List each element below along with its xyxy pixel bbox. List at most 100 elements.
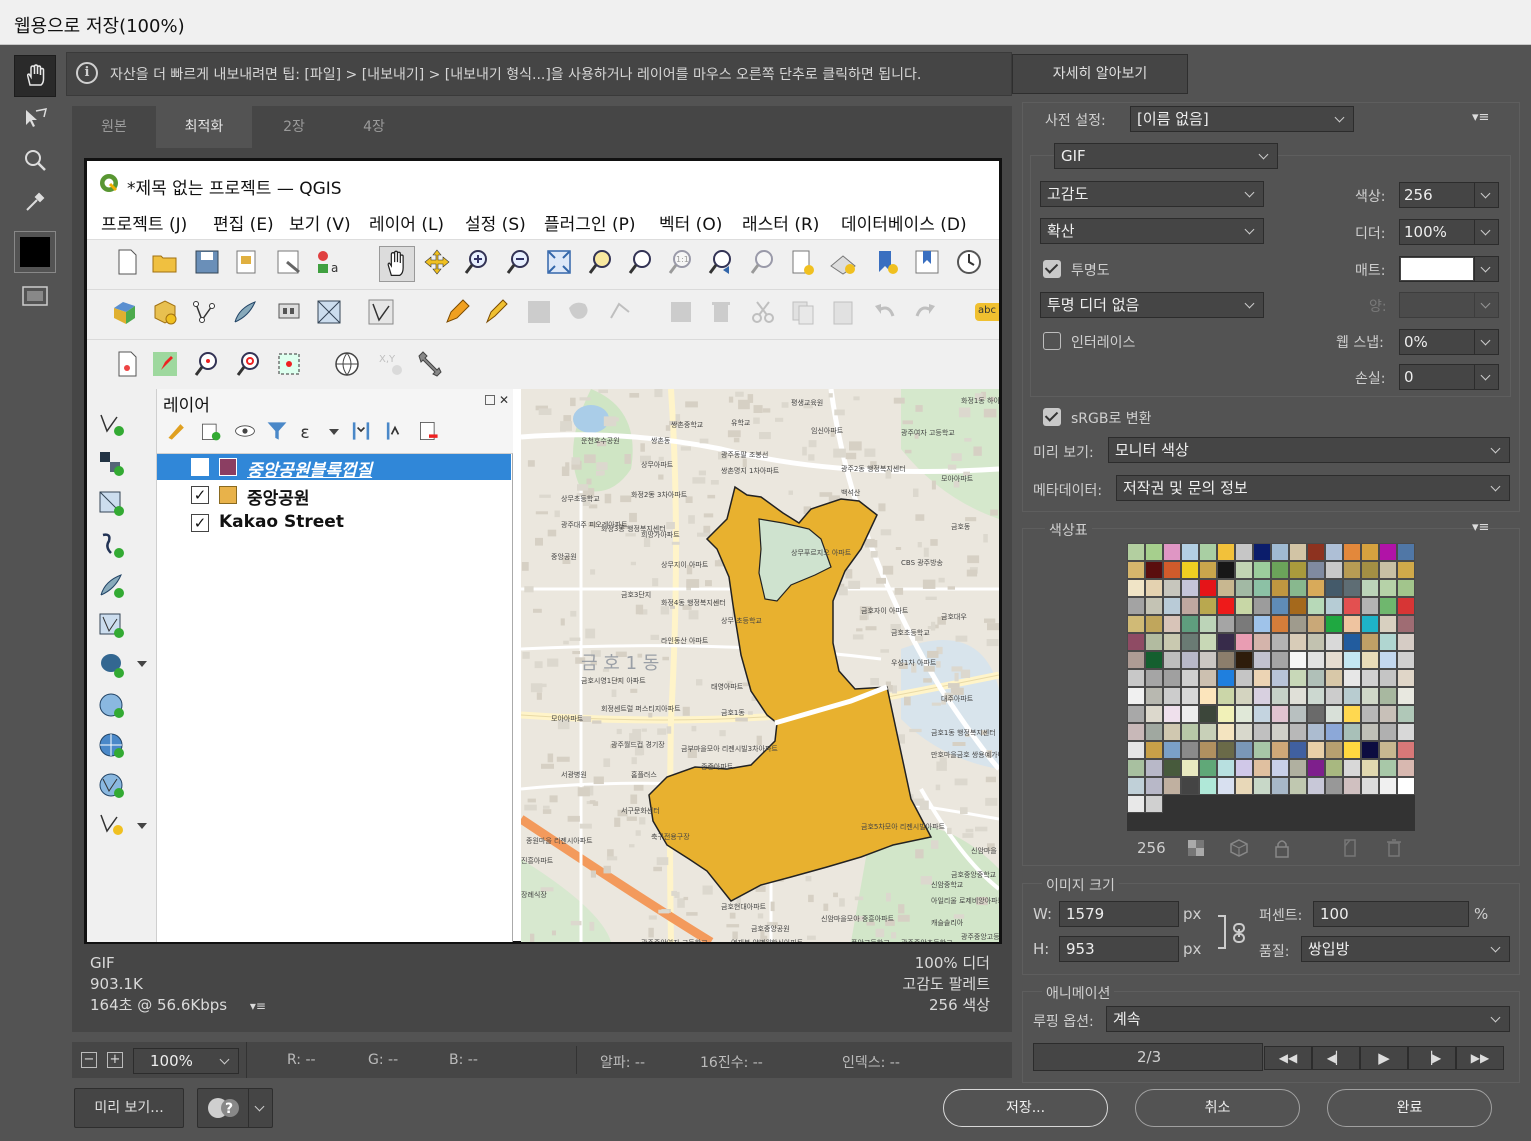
palette-swatch[interactable] bbox=[1253, 597, 1271, 615]
palette-swatch[interactable] bbox=[1343, 705, 1361, 723]
palette-swatch[interactable] bbox=[1127, 633, 1145, 651]
palette-swatch[interactable] bbox=[1163, 741, 1181, 759]
palette-swatch[interactable] bbox=[1253, 543, 1271, 561]
palette-swatch[interactable] bbox=[1181, 579, 1199, 597]
interlaced-checkbox[interactable] bbox=[1043, 332, 1061, 350]
colors-chevron-down-icon[interactable] bbox=[1474, 183, 1498, 207]
palette-swatch[interactable] bbox=[1145, 615, 1163, 633]
new-bookmark-icon[interactable] bbox=[873, 248, 901, 276]
eyedropper-tool-icon[interactable] bbox=[14, 181, 56, 223]
palette-swatch[interactable] bbox=[1163, 615, 1181, 633]
menu-raster[interactable]: 래스터 (R) bbox=[742, 210, 819, 235]
palette-swatch[interactable] bbox=[1127, 795, 1145, 813]
layer-row[interactable]: ✓ Kakao Street bbox=[157, 510, 511, 536]
matte-chevron-down-icon[interactable] bbox=[1474, 257, 1498, 281]
palette-swatch[interactable] bbox=[1379, 579, 1397, 597]
add-wms-icon[interactable] bbox=[97, 691, 125, 719]
palette-swatch[interactable] bbox=[1343, 741, 1361, 759]
palette-swatch[interactable] bbox=[1217, 561, 1235, 579]
palette-swatch[interactable] bbox=[1289, 687, 1307, 705]
zoom-out-icon[interactable] bbox=[505, 248, 533, 276]
layer-visibility-checkbox[interactable] bbox=[191, 458, 209, 476]
palette-swatch[interactable] bbox=[1145, 723, 1163, 741]
palette-swatch[interactable] bbox=[1289, 723, 1307, 741]
palette-swatch[interactable] bbox=[1235, 543, 1253, 561]
browser-select[interactable]: ? bbox=[197, 1088, 273, 1128]
palette-swatch[interactable] bbox=[1343, 615, 1361, 633]
tab-optimized[interactable]: 최적화 bbox=[156, 106, 252, 148]
palette-swatch[interactable] bbox=[1379, 633, 1397, 651]
palette-swatch[interactable] bbox=[1235, 777, 1253, 795]
matte-combo[interactable] bbox=[1399, 256, 1499, 282]
palette-swatch[interactable] bbox=[1289, 651, 1307, 669]
preview-in-browser-button[interactable]: 미리 보기... bbox=[74, 1088, 184, 1128]
palette-swatch[interactable] bbox=[1145, 597, 1163, 615]
palette-swatch[interactable] bbox=[1127, 579, 1145, 597]
add-delimited-text-icon[interactable] bbox=[97, 531, 125, 559]
new-print-layout-icon[interactable] bbox=[233, 248, 261, 276]
palette-swatch[interactable] bbox=[1145, 651, 1163, 669]
palette-swatch[interactable] bbox=[1253, 687, 1271, 705]
palette-swatch[interactable] bbox=[1163, 633, 1181, 651]
palette-swatch[interactable] bbox=[1217, 759, 1235, 777]
menu-edit[interactable]: 편집 (E) bbox=[213, 210, 274, 235]
palette-swatch[interactable] bbox=[1127, 615, 1145, 633]
palette-swatch[interactable] bbox=[1271, 759, 1289, 777]
palette-swatch[interactable] bbox=[1361, 579, 1379, 597]
palette-swatch[interactable] bbox=[1181, 705, 1199, 723]
palette-swatch[interactable] bbox=[1379, 651, 1397, 669]
palette-swatch[interactable] bbox=[1397, 741, 1415, 759]
palette-swatch[interactable] bbox=[1307, 561, 1325, 579]
palette-swatch[interactable] bbox=[1379, 777, 1397, 795]
palette-swatch[interactable] bbox=[1271, 669, 1289, 687]
palette-swatch[interactable] bbox=[1181, 669, 1199, 687]
palette-swatch[interactable] bbox=[1181, 759, 1199, 777]
add-virtual-layer-icon[interactable] bbox=[97, 611, 125, 639]
palette-swatch[interactable] bbox=[1199, 543, 1217, 561]
palette-swatch[interactable] bbox=[1343, 759, 1361, 777]
postgis-dropdown-icon[interactable] bbox=[137, 661, 147, 667]
palette-swatch[interactable] bbox=[1253, 651, 1271, 669]
palette-swatch[interactable] bbox=[1343, 723, 1361, 741]
add-wcs-icon[interactable] bbox=[97, 731, 125, 759]
new-3d-map-view-icon[interactable] bbox=[829, 248, 857, 276]
color-table-menu-icon[interactable]: ▾≡ bbox=[1472, 520, 1489, 535]
collapse-all-icon[interactable] bbox=[383, 419, 407, 443]
palette-swatch[interactable] bbox=[1253, 615, 1271, 633]
palette-swatch[interactable] bbox=[1361, 705, 1379, 723]
new-project-icon[interactable] bbox=[113, 248, 141, 276]
palette-swatch[interactable] bbox=[1235, 615, 1253, 633]
palette-swatch[interactable] bbox=[1325, 597, 1343, 615]
paste-features-icon[interactable] bbox=[829, 298, 857, 326]
slice-select-tool-icon[interactable] bbox=[14, 97, 56, 139]
tab-2up[interactable]: 2장 bbox=[252, 106, 336, 148]
palette-swatch[interactable] bbox=[1217, 741, 1235, 759]
temporal-controller-icon[interactable] bbox=[955, 248, 983, 276]
coordinate-capture-icon[interactable]: X,Y bbox=[377, 350, 405, 378]
palette-swatch[interactable] bbox=[1235, 723, 1253, 741]
palette-swatch[interactable] bbox=[1289, 633, 1307, 651]
palette-swatch[interactable] bbox=[1289, 669, 1307, 687]
palette-swatch[interactable] bbox=[1145, 687, 1163, 705]
zoom-full-icon[interactable] bbox=[545, 248, 573, 276]
undo-icon[interactable] bbox=[871, 298, 899, 326]
settings-menu-icon[interactable]: ▾≡ bbox=[1472, 110, 1489, 125]
layout-manager-icon[interactable] bbox=[275, 248, 303, 276]
palette-swatch[interactable] bbox=[1163, 597, 1181, 615]
palette-swatch[interactable] bbox=[1379, 741, 1397, 759]
digitize-icon[interactable] bbox=[367, 298, 395, 326]
palette-swatch[interactable] bbox=[1163, 777, 1181, 795]
palette-swatch[interactable] bbox=[1343, 669, 1361, 687]
expand-all-icon[interactable] bbox=[349, 419, 373, 443]
palette-swatch[interactable] bbox=[1289, 543, 1307, 561]
palette-swatch[interactable] bbox=[1163, 579, 1181, 597]
pan-to-selection-icon[interactable] bbox=[423, 248, 451, 276]
select-features-icon[interactable] bbox=[275, 350, 303, 378]
palette-swatch[interactable] bbox=[1343, 777, 1361, 795]
palette-swatch[interactable] bbox=[1199, 741, 1217, 759]
cut-features-icon[interactable] bbox=[749, 298, 777, 326]
menu-layer[interactable]: 레이어 (L) bbox=[369, 210, 444, 235]
map-canvas[interactable]: 금 호 1 동 평생교육원화정1동 하이용패쇼이에트쌍촌중학교유학교임신아파트광… bbox=[521, 389, 999, 942]
palette-swatch[interactable] bbox=[1379, 543, 1397, 561]
zoom-tool-icon[interactable] bbox=[14, 139, 56, 181]
